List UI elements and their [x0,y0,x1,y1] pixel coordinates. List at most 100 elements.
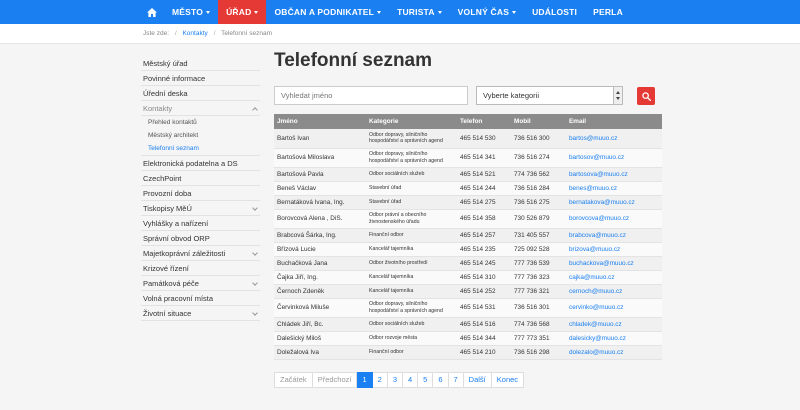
cell-email-link[interactable]: dalesicky@muuo.cz [566,331,662,346]
nav-item-volny-cas[interactable]: VOLNÝ ČAS [450,0,524,24]
table-row: Břízová Lucie Kancelář tajemníka 465 514 2… [274,242,662,257]
sidebar-item-czechpoint[interactable]: CzechPoint [141,171,260,186]
cell-email-link[interactable]: borovcova@muuo.cz [566,209,662,229]
cell-email-link[interactable]: cervinko@muuo.cz [566,298,662,318]
cell-email-link[interactable]: cernoch@muuo.cz [566,284,662,299]
table-row: Bartošová Miloslava Odbor dopravy, silnič… [274,148,662,168]
search-icon [641,91,651,101]
sidebar-item-mestsky-urad[interactable]: Městský úřad [141,56,260,71]
pagination-next[interactable]: Další [463,372,492,388]
nav-item-udalosti[interactable]: UDÁLOSTI [524,0,585,24]
sidebar-item-elektronicka-podatelna-a-ds[interactable]: Elektronická podatelna a DS [141,156,260,171]
sidebar-item-spravni-obvod-orp[interactable]: Správní obvod ORP [141,231,260,246]
cell-category: Stavební úřad [366,195,457,210]
pagination-page-2[interactable]: 2 [372,372,388,388]
table-row: Dalešický Miloš Odbor rozvoje města 465 51… [274,331,662,346]
cell-name: Čajka Jiří, Ing. [274,270,366,285]
cell-mobile: 736 516 274 [511,148,566,168]
cell-phone: 465 514 531 [457,298,511,318]
sidebar-item-vyhlasky-a-narizeni[interactable]: Vyhlášky a nařízení [141,216,260,231]
cell-mobile: 736 516 275 [511,195,566,210]
category-select[interactable]: Vyberte kategorii [476,86,623,105]
sidebar-item-kontakty[interactable]: Kontakty [141,101,260,116]
pagination-page-3[interactable]: 3 [387,372,403,388]
sidebar-item-zivotni-situace[interactable]: Životní situace [141,306,260,321]
table-header-row: Jméno Kategorie Telefon Mobil Email [274,114,662,129]
cell-email-link[interactable]: brizova@muuo.cz [566,242,662,257]
cell-email-link[interactable]: buchackova@muuo.cz [566,256,662,271]
cell-name: Bartošová Pavla [274,167,366,182]
pagination-first[interactable]: Začátek [274,372,313,388]
pagination-page-7[interactable]: 7 [448,372,464,388]
pagination-page-6[interactable]: 6 [433,372,449,388]
sidebar-item-majetkopravni-zalezitosti[interactable]: Majetkoprávní záležitosti [141,246,260,261]
col-header-category: Kategorie [366,114,457,129]
cell-email-link[interactable]: bernatakova@muuo.cz [566,195,662,210]
table-row: Brabcová Šárka, Ing. Finanční odbor 465 51… [274,228,662,243]
cell-mobile: 777 736 321 [511,284,566,299]
sidebar-item-tiskopisy-meu[interactable]: Tiskopisy MěÚ [141,201,260,216]
sidebar-subitem-mestsky-architekt[interactable]: Městský architekt [141,129,260,142]
pagination-prev[interactable]: Předchozí [312,372,358,388]
cell-email-link[interactable]: benes@muuo.cz [566,181,662,196]
col-header-email: Email [566,114,662,129]
breadcrumb-item-kontakty[interactable]: Kontakty [182,30,207,37]
cell-email-link[interactable]: bartos@muuo.cz [566,129,662,149]
sidebar-item-label: Správní obvod ORP [143,234,210,243]
cell-phone: 465 514 341 [457,148,511,168]
pagination-page-4[interactable]: 4 [402,372,419,388]
cell-phone: 465 514 210 [457,345,511,360]
nav-item-label: OBČAN A PODNIKATEL [274,7,375,17]
sidebar-item-uredni-deska[interactable]: Úřední deska [141,86,260,101]
cell-name: Břízová Lucie [274,242,366,257]
cell-email-link[interactable]: cajka@muuo.cz [566,270,662,285]
sidebar-item-povinne-informace[interactable]: Povinné informace [141,71,260,86]
nav-item-perla[interactable]: PERLA [585,0,631,24]
page-title: Telefonní seznam [274,50,433,71]
cell-mobile: 777 736 539 [511,256,566,271]
cell-category: Finanční odbor [366,345,457,360]
cell-phone: 465 514 358 [457,209,511,229]
breadcrumb-prefix: Jste zde: [143,30,170,37]
sidebar-subitem-telefonni-seznam[interactable]: Telefonní seznam [141,142,260,156]
nav-item-turista[interactable]: TURISTA [389,0,450,24]
cell-email-link[interactable]: dolezalo@muuo.cz [566,345,662,360]
cell-phone: 465 514 310 [457,270,511,285]
home-link[interactable] [140,0,164,24]
select-arrows-icon [613,87,622,104]
pagination-last[interactable]: Konec [491,372,525,388]
sidebar-item-pamatkova-pece[interactable]: Památková péče [141,276,260,291]
category-select-value: Vyberte kategorii [483,91,540,100]
sidebar-item-volna-pracovni-mista[interactable]: Volná pracovní místa [141,291,260,306]
cell-category: Odbor životního prostředí [366,256,457,271]
cell-name: Beneš Václav [274,181,366,196]
table-row: Čajka Jiří, Ing. Kancelář tajemníka 465 51… [274,270,662,285]
sidebar-item-label: Krizové řízení [143,264,189,273]
cell-name: Bernatáková Ivana, Ing. [274,195,366,210]
search-button[interactable] [637,87,655,105]
cell-phone: 465 514 244 [457,181,511,196]
cell-mobile: 774 736 562 [511,167,566,182]
cell-email-link[interactable]: bartosov@muuo.cz [566,148,662,168]
cell-name: Bartošová Miloslava [274,148,366,168]
cell-category: Odbor dopravy, silničního hospodářství a… [366,129,457,149]
name-search-input[interactable] [274,86,468,105]
sidebar-item-krizove-rizeni[interactable]: Krizové řízení [141,261,260,276]
pagination: Začátek Předchozí 1 2 3 4 5 6 7 Další Konec [274,372,525,388]
sidebar-subitem-prehled-kontaktu[interactable]: Přehled kontaktů [141,116,260,129]
sidebar-item-provozni-doba[interactable]: Provozní doba [141,186,260,201]
nav-item-urad[interactable]: ÚŘAD [218,0,267,24]
cell-email-link[interactable]: bartosova@muuo.cz [566,167,662,182]
cell-name: Buchačková Jana [274,256,366,271]
cell-category: Kancelář tajemníka [366,284,457,299]
sidebar-item-label: Úřední deska [143,89,188,98]
cell-mobile: 725 092 528 [511,242,566,257]
cell-name: Černoch Zdeněk [274,284,366,299]
pagination-page-1[interactable]: 1 [357,372,373,388]
nav-item-mesto[interactable]: MĚSTO [164,0,218,24]
cell-email-link[interactable]: chladek@muuo.cz [566,317,662,332]
pagination-page-5[interactable]: 5 [418,372,434,388]
cell-email-link[interactable]: brabcova@muuo.cz [566,228,662,243]
nav-item-obcan-a-podnikatel[interactable]: OBČAN A PODNIKATEL [266,0,389,24]
col-header-phone: Telefon [457,114,511,129]
